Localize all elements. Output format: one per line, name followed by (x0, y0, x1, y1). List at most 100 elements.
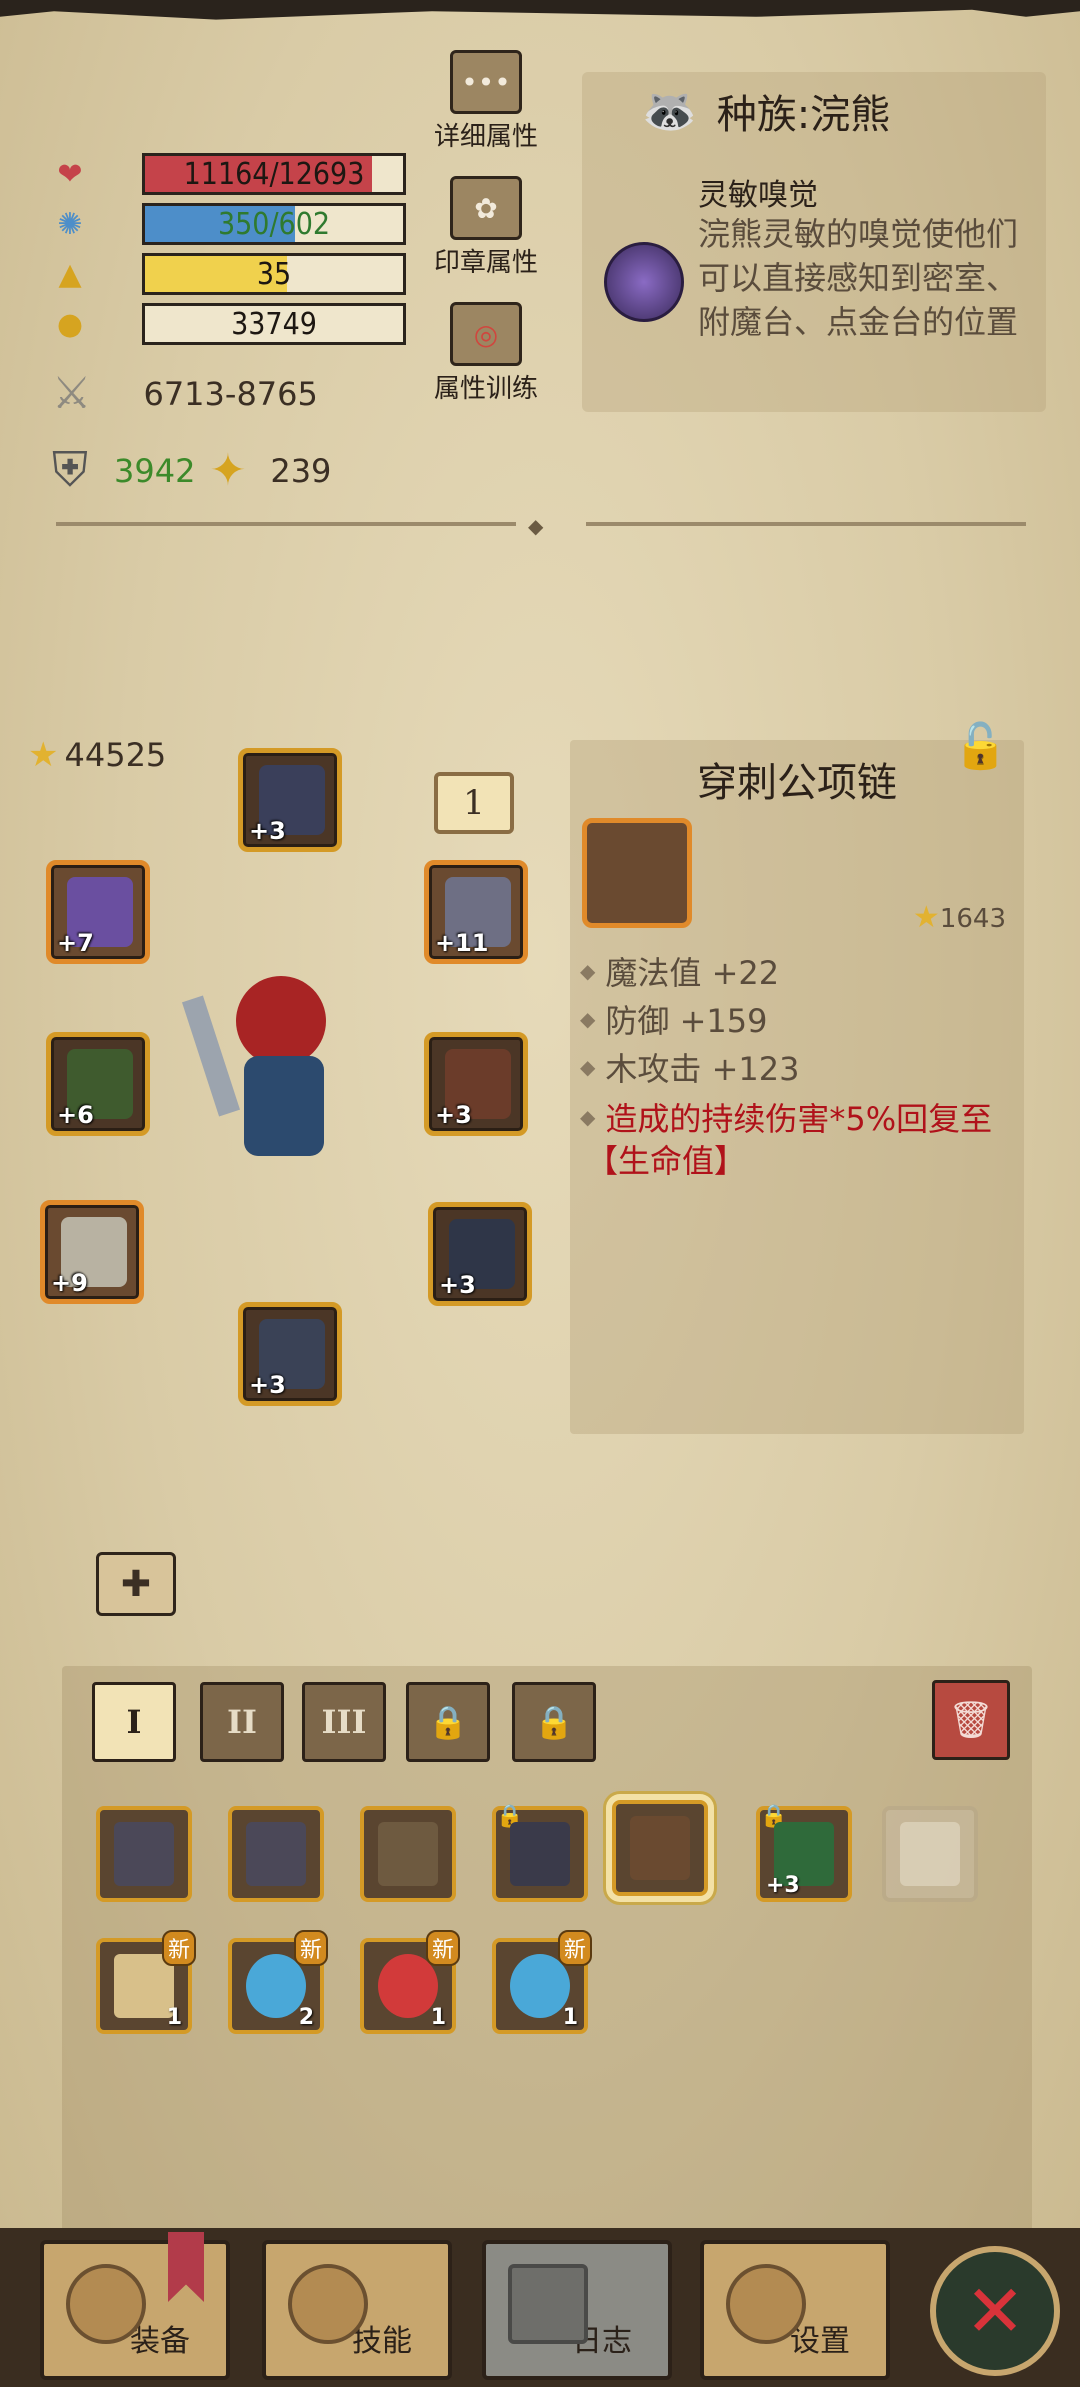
tab-1[interactable]: I (92, 1682, 176, 1762)
detail-attributes-button[interactable]: ••• 详细属性 (426, 50, 546, 153)
hero-character (181, 956, 356, 1176)
skill-name: 灵敏嗅觉 (698, 178, 818, 213)
lock-icon: 🔒 (428, 1703, 468, 1741)
race-title: 🦝 种族:浣熊 (642, 82, 890, 140)
expand-button[interactable]: ✚ (96, 1552, 176, 1616)
mp-row: ✺ 350/602 (50, 202, 406, 246)
nav-log[interactable]: 日志 (482, 2240, 672, 2380)
bag-item-necklace[interactable] (612, 1800, 708, 1896)
seal-attributes-label: 印章属性 (433, 248, 538, 278)
bullet-icon: ◆ (580, 959, 596, 983)
seal-attributes-button[interactable]: ✿ 印章属性 (426, 176, 546, 279)
bag-item-blue-potion-2[interactable]: 新1 (492, 1930, 592, 2034)
attack-row: ⚔ 6713-8765 (52, 368, 318, 419)
bag-item-gauntlet[interactable]: 🔒 (492, 1804, 588, 1902)
amulet-plus: +3 (766, 1873, 800, 1898)
bag-item-bracer[interactable] (360, 1806, 456, 1902)
bag-slot-empty-shirt[interactable] (882, 1806, 978, 1902)
ring-slot[interactable]: +7 (46, 860, 150, 964)
shoulder-plus: +11 (435, 929, 489, 957)
triangle-icon: ▲ (58, 256, 82, 292)
attr-2: ◆ 防御 +159 (580, 996, 767, 1042)
lock-icon: 🔒 (534, 1703, 574, 1741)
item-count: 1 (562, 2005, 578, 2030)
attr-1-text: 魔法值 +22 (605, 954, 780, 992)
nav-skill[interactable]: 技能 (262, 2240, 452, 2380)
ring-plus: +7 (57, 929, 94, 957)
weapon-plus: +6 (57, 1101, 94, 1129)
helmet-slot[interactable]: +3 (238, 748, 342, 852)
divider-ornament-icon: ◆ (528, 514, 544, 538)
offhand-slot[interactable]: +9 (40, 1200, 144, 1304)
luck-icon: ✦ (209, 445, 247, 496)
page-number[interactable]: 1 (434, 772, 514, 834)
unlock-icon[interactable]: 🔓 (953, 720, 1008, 772)
offhand-plus: +9 (51, 1269, 88, 1297)
armor-plus: +3 (435, 1101, 472, 1129)
tab-3[interactable]: III (302, 1682, 386, 1762)
star-icon: ★ (28, 735, 59, 775)
race-title-text: 种族:浣熊 (716, 92, 891, 138)
armor-slot[interactable]: +3 (424, 1032, 528, 1136)
hp-row: ❤ 11164/12693 (50, 152, 406, 196)
attack-value: 6713-8765 (143, 374, 318, 413)
tab-locked-4[interactable]: 🔒 (406, 1682, 490, 1762)
mp-text: 350/602 (217, 206, 331, 242)
pants-slot[interactable]: +3 (428, 1202, 532, 1306)
bag-item-scroll[interactable]: 新1 (96, 1930, 196, 2034)
gold-bar: 33749 (142, 303, 406, 345)
attribute-training-button[interactable]: ◎ 属性训练 (426, 302, 546, 405)
nav-settings[interactable]: 设置 (700, 2240, 890, 2380)
gear-mana-icon: ✺ (57, 206, 83, 242)
attr-special-2: 【生命值】 (586, 1136, 746, 1182)
attr-3: ◆ 木攻击 +123 (580, 1044, 799, 1090)
bag-item-amulet[interactable]: 🔒 +3 (756, 1804, 852, 1902)
bag-item-blue-potion-1[interactable]: 新2 (228, 1930, 328, 2034)
new-badge: 新 (293, 1930, 328, 1966)
close-button[interactable]: ✕ (930, 2246, 1060, 2376)
shirt-icon (900, 1822, 960, 1886)
coin-icon: ● (56, 306, 84, 342)
weapon-slot[interactable]: +6 (46, 1032, 150, 1136)
new-badge: 新 (557, 1930, 592, 1966)
level-bar: 35 (142, 253, 406, 295)
pants-plus: +3 (439, 1271, 476, 1299)
bag-item-red-potion[interactable]: 新1 (360, 1930, 460, 2034)
skill-description: 浣熊灵敏的嗅觉使他们可以直接感知到密室、附魔台、点金台的位置 (698, 215, 1019, 341)
defense-row: ⛨ 3942 ✦ 239 (52, 442, 331, 499)
attr-1: ◆ 魔法值 +22 (580, 948, 779, 994)
attr-special-2-text: 【生命值】 (586, 1142, 747, 1180)
hp-bar: 11164/12693 (142, 153, 406, 195)
detail-attributes-label: 详细属性 (433, 122, 538, 152)
boots-slot[interactable]: +3 (238, 1302, 342, 1406)
hero-head (236, 976, 326, 1066)
luck-value: 239 (270, 451, 332, 490)
tab-2[interactable]: II (200, 1682, 284, 1762)
bag-item-boots-2[interactable] (228, 1806, 324, 1902)
attr-special: ◆ 造成的持续伤害*5%回复至 (580, 1094, 992, 1140)
sniff-skill-icon (604, 242, 684, 322)
bullet-icon: ◆ (580, 1007, 596, 1031)
divider-left (56, 522, 516, 526)
gear-icon (726, 2264, 806, 2344)
shoulder-slot[interactable]: +11 (424, 860, 528, 964)
trash-button[interactable]: 🗑 (932, 1680, 1010, 1760)
gold-row: ● 33749 (50, 302, 406, 346)
item-score: ★1643 (913, 900, 1006, 935)
item-detail-panel: 穿刺公项链 🔓 ★1643 ◆ 魔法值 +22 ◆ 防御 +159 ◆ 木攻击 +12… (570, 721, 1024, 1434)
level-row: ▲ 35 (50, 252, 406, 296)
tab-locked-5[interactable]: 🔒 (512, 1682, 596, 1762)
gold-text: 33749 (231, 306, 317, 342)
gauntlet-icon (510, 1822, 570, 1886)
item-score-value: 1643 (939, 904, 1006, 934)
bag-item-boots-1[interactable] (96, 1806, 192, 1902)
bullet-icon: ◆ (580, 1055, 596, 1079)
boots-icon (114, 1822, 174, 1886)
mp-bar: 350/602 (142, 203, 406, 245)
boots-icon (246, 1822, 306, 1886)
necklace-icon (582, 818, 692, 928)
hp-text: 11164/12693 (183, 156, 365, 192)
bullet-icon: ◆ (580, 1105, 596, 1129)
bracer-icon (378, 1822, 438, 1886)
item-count: 1 (430, 2005, 446, 2030)
